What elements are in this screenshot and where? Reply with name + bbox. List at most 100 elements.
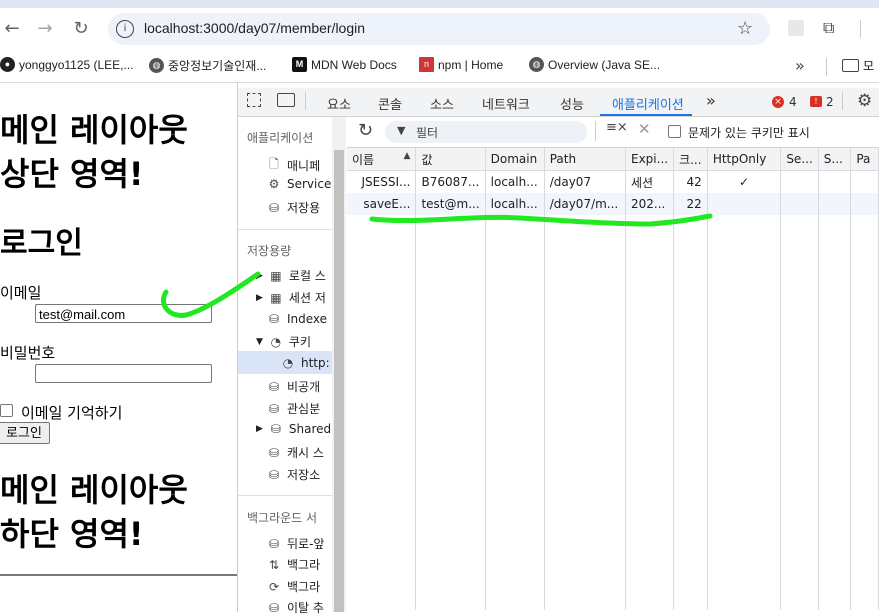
column-header-size[interactable]: 크... <box>673 148 708 171</box>
column-header-name[interactable]: 이름 ▲ <box>347 148 417 171</box>
sidebar-item-private-state[interactable]: ⛁ 비공개 <box>267 378 320 395</box>
database-icon: ⛁ <box>268 379 280 394</box>
table-row[interactable]: saveE... test@m... localh... /day07/m...… <box>347 193 879 215</box>
cookie-icon: ◔ <box>282 356 294 370</box>
extensions-puzzle-icon[interactable]: ⧉ <box>823 18 834 38</box>
tab-network[interactable]: 네트워크 <box>482 94 530 113</box>
sidebar-item-manifest[interactable]: 🗋 매니페 <box>267 155 320 176</box>
sidebar-item-label: 세션 저 <box>288 291 326 305</box>
sidebar-item-bfcache[interactable]: ⛁ 뒤로-앞 <box>267 535 324 552</box>
column-header-samesite[interactable]: S... <box>818 148 852 171</box>
page-title: 로그인 <box>0 226 83 261</box>
reload-icon[interactable]: ↻ <box>69 17 93 41</box>
table-filler-row <box>347 215 879 610</box>
database-icon: ⛁ <box>268 312 280 326</box>
extension-icon[interactable] <box>788 20 804 36</box>
sidebar-item-bounce-tracking[interactable]: ⛁ 이탈 추 <box>267 599 324 616</box>
forward-icon[interactable]: → <box>33 17 57 41</box>
sidebar-item-label: 이탈 추 <box>287 601 324 615</box>
bookmark-folder[interactable]: 모 <box>842 57 874 74</box>
back-icon[interactable]: ← <box>0 17 24 41</box>
cell-partition <box>850 170 879 193</box>
header-line1: 메인 레이아웃 <box>0 111 188 149</box>
inspect-icon[interactable] <box>247 93 261 107</box>
bookmark-mdn[interactable]: M MDN Web Docs <box>292 57 397 72</box>
database-icon: ⛁ <box>268 536 280 551</box>
sidebar-item-local-storage[interactable]: ▶ ▦ 로컬 스 <box>256 267 326 284</box>
tabbar-divider <box>842 92 843 110</box>
sidebar-item-storage-buckets[interactable]: ⛁ 저장소 <box>267 466 320 483</box>
delete-selected-icon[interactable]: ✕ <box>638 120 651 138</box>
issue-count[interactable]: 2 <box>826 95 834 109</box>
column-header-value[interactable]: 값 <box>415 148 486 171</box>
password-label: 비밀번호 <box>0 344 56 362</box>
sidebar-scroll-thumb[interactable] <box>334 150 344 612</box>
database-icon: ⛁ <box>268 445 280 460</box>
sidebar-item-cookies[interactable]: ▼ ◔ 쿠키 <box>256 333 311 350</box>
sidebar-item-label: 비공개 <box>287 380 321 394</box>
sidebar-item-interest-groups[interactable]: ⛁ 관심분 <box>267 400 320 417</box>
sidebar-item-cache-storage[interactable]: ⛁ 캐시 스 <box>267 444 324 461</box>
settings-gear-icon[interactable]: ⚙ <box>857 91 872 111</box>
tab-sources[interactable]: 소스 <box>430 94 454 113</box>
device-toolbar-icon[interactable] <box>277 93 295 107</box>
clear-filtered-icon[interactable]: ≡× <box>606 120 628 135</box>
sidebar-item-cookie-origin[interactable]: ◔ http: <box>281 356 330 370</box>
expand-arrow-icon: ▶ <box>256 292 263 303</box>
column-header-partition[interactable]: Pa <box>850 148 879 171</box>
error-icon[interactable]: × <box>772 96 784 108</box>
tab-elements[interactable]: 요소 <box>327 94 351 113</box>
bookmark-github[interactable]: ● yonggyo1125 (LEE,... <box>0 57 134 72</box>
refresh-icon[interactable]: ↻ <box>358 120 373 141</box>
error-count[interactable]: 4 <box>789 95 797 109</box>
sidebar-item-storage[interactable]: ⛁ 저장용 <box>267 199 320 216</box>
folder-icon <box>842 59 859 72</box>
collapse-arrow-icon: ▼ <box>256 336 263 347</box>
bookmarks-divider <box>826 58 827 76</box>
column-header-domain[interactable]: Domain <box>485 148 545 171</box>
sidebar-item-label: 백그라 <box>287 558 321 572</box>
table-row[interactable]: JSESSI... B76087... localh... /day07 세션 … <box>347 170 879 193</box>
site-info-icon[interactable]: i <box>116 20 134 38</box>
issues-only-checkbox[interactable] <box>668 125 681 138</box>
bookmark-npm[interactable]: n npm | Home <box>419 57 503 72</box>
column-header-httponly[interactable]: HttpOnly <box>707 148 782 171</box>
bookmark-jungang[interactable]: ◍ 중앙정보기술인재... <box>149 57 266 74</box>
bookmark-star-icon[interactable]: ☆ <box>737 18 753 39</box>
sidebar-item-background-sync[interactable]: ⟳ 백그라 <box>267 578 320 595</box>
cell-samesite <box>818 193 852 215</box>
tabbar-divider <box>305 92 306 110</box>
cell-value: B76087... <box>415 170 486 193</box>
column-header-secure[interactable]: Se... <box>780 148 819 171</box>
grid-icon: ▦ <box>270 290 282 305</box>
footer-rule <box>0 574 237 576</box>
toolbar-divider <box>595 121 596 141</box>
sidebar-item-session-storage[interactable]: ▶ ▦ 세션 저 <box>256 289 326 306</box>
sidebar-item-shared-storage[interactable]: ▶ ⛁ Shared <box>256 422 331 436</box>
cell-path: /day07 <box>544 170 627 193</box>
github-icon: ● <box>0 57 15 72</box>
tab-console[interactable]: 콘솔 <box>378 94 402 113</box>
bookmark-label: Overview (Java SE... <box>548 57 661 72</box>
sidebar-item-service-workers[interactable]: ⚙ Service <box>267 177 332 191</box>
sort-ascending-icon: ▲ <box>403 150 411 161</box>
cookie-icon: ◔ <box>270 334 282 349</box>
database-icon: ⛁ <box>268 467 280 482</box>
remember-checkbox[interactable] <box>0 404 13 417</box>
sidebar-item-indexeddb[interactable]: ⛁ Indexe <box>267 312 327 326</box>
more-tabs-icon[interactable]: » <box>706 91 716 110</box>
column-header-path[interactable]: Path <box>544 148 627 171</box>
bookmarks-overflow-icon[interactable]: » <box>795 56 805 75</box>
tab-performance[interactable]: 성능 <box>560 94 584 113</box>
column-header-expires[interactable]: Expi... <box>625 148 675 171</box>
bookmark-java[interactable]: ◍ Overview (Java SE... <box>529 57 660 72</box>
issues-icon[interactable]: ! <box>810 96 822 107</box>
url-text[interactable]: localhost:3000/day07/member/login <box>144 20 365 36</box>
sidebar-item-background-fetch[interactable]: ⇅ 백그라 <box>267 556 320 573</box>
login-button[interactable]: 로그인 <box>0 422 50 444</box>
sidebar-header-background: 백그라운드 서 <box>247 511 318 525</box>
tab-application[interactable]: 애플리케이션 <box>612 94 684 113</box>
cell-domain: localh... <box>485 170 545 193</box>
password-field[interactable] <box>35 364 212 383</box>
email-field[interactable]: test@mail.com <box>35 304 212 323</box>
